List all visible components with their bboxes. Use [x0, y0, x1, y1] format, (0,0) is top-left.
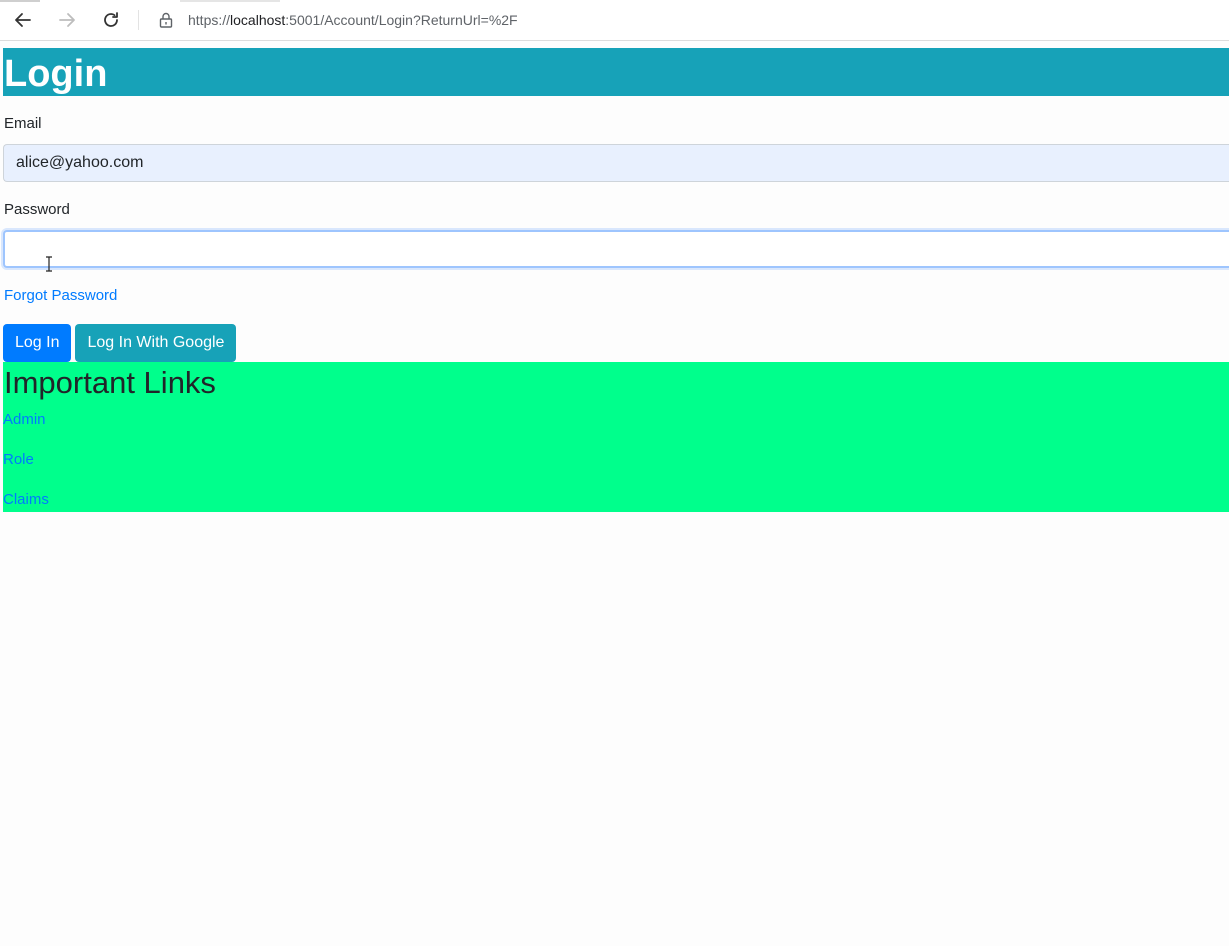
- url-host: localhost: [230, 12, 286, 28]
- links-list: Admin Role Claims: [3, 410, 1229, 510]
- tab-indicator-secondary: [180, 0, 280, 2]
- url-prefix: https://: [188, 12, 231, 28]
- tab-indicator: [0, 0, 40, 2]
- reload-icon: [101, 10, 121, 30]
- url-path: :5001/Account/Login?ReturnUrl=%2F: [285, 12, 518, 28]
- password-field[interactable]: [3, 230, 1229, 272]
- reload-button[interactable]: [97, 6, 125, 34]
- password-group: Password: [3, 200, 1229, 272]
- claims-link[interactable]: Claims: [3, 490, 1229, 510]
- password-label: Password: [4, 201, 70, 218]
- page-content: Login Email alice@yahoo.com Password For…: [3, 48, 1229, 512]
- button-row: Log In Log In With Google: [3, 324, 1229, 362]
- links-title: Important Links: [4, 365, 216, 400]
- arrow-right-icon: [57, 10, 77, 30]
- browser-toolbar: https://localhost:5001/Account/Login?Ret…: [0, 0, 1229, 41]
- email-group: Email alice@yahoo.com: [3, 114, 1229, 182]
- text-cursor-icon: [45, 250, 53, 272]
- important-links-panel: Important Links Admin Role Claims: [3, 362, 1229, 512]
- role-link[interactable]: Role: [3, 450, 1229, 470]
- page-title: Login: [3, 48, 1229, 96]
- email-label: Email: [4, 115, 42, 132]
- forward-button[interactable]: [53, 6, 81, 34]
- arrow-left-icon: [13, 10, 33, 30]
- forgot-password-link[interactable]: Forgot Password: [3, 286, 117, 306]
- login-google-button[interactable]: Log In With Google: [75, 324, 237, 362]
- admin-link[interactable]: Admin: [3, 410, 1229, 430]
- back-button[interactable]: [9, 6, 37, 34]
- toolbar-separator: [138, 10, 139, 30]
- address-bar[interactable]: https://localhost:5001/Account/Login?Ret…: [146, 4, 1229, 36]
- url-text[interactable]: https://localhost:5001/Account/Login?Ret…: [188, 12, 518, 28]
- email-field[interactable]: alice@yahoo.com: [3, 144, 1229, 182]
- lock-icon[interactable]: [158, 12, 174, 28]
- login-button[interactable]: Log In: [3, 324, 72, 362]
